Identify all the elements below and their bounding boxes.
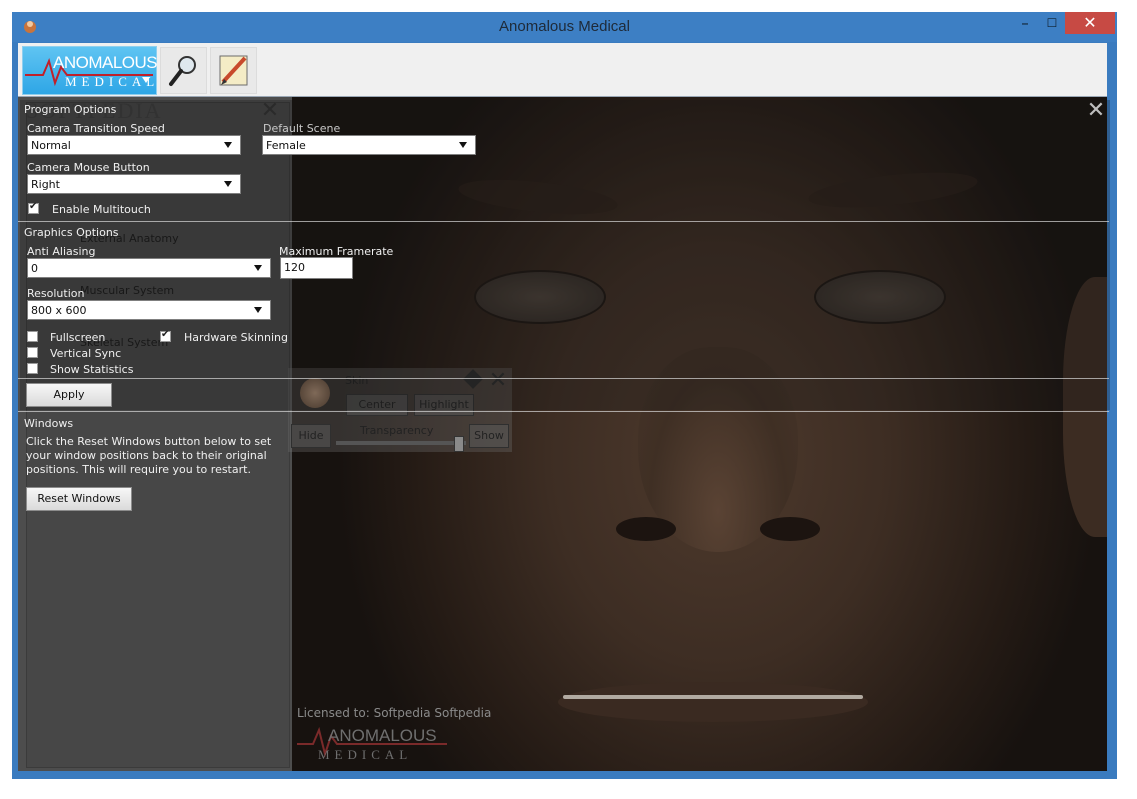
vertical-sync-label: Vertical Sync	[50, 347, 122, 360]
divider	[18, 411, 1109, 412]
pencil-paper-icon	[219, 55, 248, 86]
anomalous-menu-button[interactable]: ANOMALOUS MEDICAL	[22, 46, 158, 95]
camera-mouse-button-label: Camera Mouse Button	[27, 161, 150, 174]
notes-button[interactable]	[210, 47, 257, 94]
camera-mouse-button-value: Right	[31, 178, 60, 191]
license-text: Licensed to: Softpedia Softpedia	[297, 706, 492, 720]
teeth-line	[563, 695, 863, 699]
default-scene-select[interactable]: Female	[262, 135, 476, 155]
chevron-down-icon	[142, 77, 150, 83]
transparency-slider[interactable]	[336, 441, 466, 445]
default-scene-value: Female	[266, 139, 306, 152]
nostril-shape	[616, 517, 676, 541]
chevron-down-icon	[254, 307, 262, 313]
camera-mouse-button-select[interactable]: Right	[27, 174, 241, 194]
chevron-down-icon	[459, 142, 467, 148]
enable-multitouch-checkbox[interactable]	[28, 201, 39, 214]
skin-hide-button[interactable]: Hide	[291, 424, 331, 448]
camera-transition-speed-select[interactable]: Normal	[27, 135, 241, 155]
resolution-select[interactable]: 800 x 600	[27, 300, 271, 320]
watermark-text-top: ANOMALOUS	[328, 726, 437, 745]
graphics-options-heading: Graphics Options	[24, 226, 119, 239]
windows-description: Click the Reset Windows button below to …	[26, 435, 272, 476]
fullscreen-checkbox[interactable]	[27, 331, 38, 342]
transparency-label: Transparency	[360, 424, 434, 437]
maximize-button[interactable]: ☐	[1040, 12, 1064, 34]
divider	[18, 378, 1109, 379]
windows-heading: Windows	[24, 417, 74, 430]
chevron-down-icon	[224, 181, 232, 187]
anti-aliasing-value: 0	[31, 262, 38, 275]
logo-text-top: ANOMALOUS	[53, 53, 158, 72]
vertical-sync-checkbox[interactable]	[27, 347, 38, 358]
window-title: Anomalous Medical	[499, 18, 630, 35]
enable-multitouch-label: Enable Multitouch	[52, 203, 151, 216]
options-close-icon[interactable]: ✕	[258, 100, 282, 122]
divider	[18, 221, 1109, 222]
watermark-text-bottom: MEDICAL	[318, 747, 413, 762]
anti-aliasing-select[interactable]: 0	[27, 258, 271, 278]
hardware-skinning-label: Hardware Skinning	[184, 331, 288, 344]
magnifier-icon	[169, 56, 196, 86]
minimize-button[interactable]: –	[1012, 12, 1038, 34]
chevron-down-icon	[254, 265, 262, 271]
show-statistics-checkbox[interactable]	[27, 363, 38, 374]
chevron-down-icon	[224, 142, 232, 148]
fullscreen-label: Fullscreen	[50, 331, 106, 344]
program-options-heading: Program Options	[24, 103, 117, 116]
search-button[interactable]	[160, 47, 207, 94]
nostril-shape	[760, 517, 820, 541]
anti-aliasing-label: Anti Aliasing	[27, 245, 96, 258]
camera-transition-speed-label: Camera Transition Speed	[27, 122, 165, 135]
show-statistics-label: Show Statistics	[50, 363, 134, 376]
reset-windows-button[interactable]: Reset Windows	[26, 487, 132, 511]
max-framerate-input[interactable]: 120	[280, 257, 353, 279]
mouth-shape	[558, 682, 868, 722]
close-button[interactable]: ✕	[1065, 12, 1115, 34]
hardware-skinning-checkbox[interactable]	[160, 329, 171, 342]
apply-button[interactable]: Apply	[26, 383, 112, 407]
transparency-slider-thumb[interactable]	[454, 436, 464, 452]
default-scene-label: Default Scene	[263, 122, 341, 135]
resolution-value: 800 x 600	[31, 304, 87, 317]
resolution-label: Resolution	[27, 287, 85, 300]
camera-transition-speed-value: Normal	[31, 139, 71, 152]
skin-show-button[interactable]: Show	[469, 424, 509, 448]
